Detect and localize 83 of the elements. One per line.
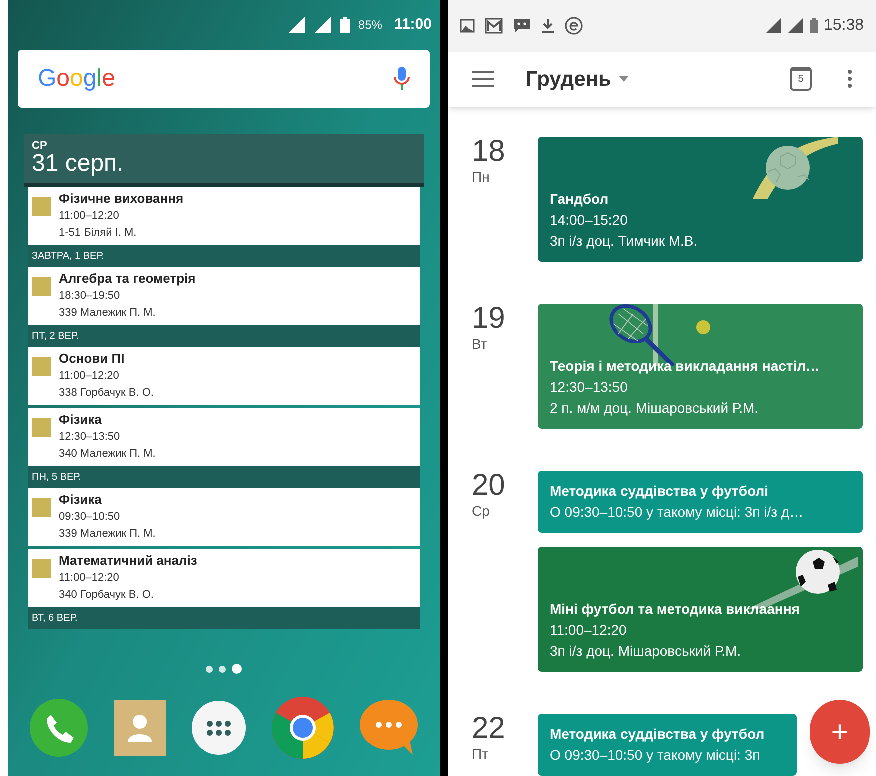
day-number: 20: [472, 471, 506, 501]
event-place: 3п і/з доц. Тимчик М.В.: [550, 232, 699, 251]
battery-icon: [340, 17, 350, 33]
agenda-event[interactable]: Основи ПІ 11:00–12:20 338 Горбачук В. О.: [28, 347, 420, 405]
event-time: 09:30–10:50: [59, 510, 122, 525]
chat-bubble-icon[interactable]: [359, 699, 420, 757]
image-icon: [460, 18, 475, 33]
event-place: 340 Малежик П. М.: [59, 447, 156, 462]
agenda-event[interactable]: Фізичне виховання 11:00–12:20 1-51 Біляй І. М.: [28, 187, 420, 245]
event-details: О 09:30–10:50 у такому місці: 3п і/з д…: [550, 503, 805, 522]
phone-icon[interactable]: [28, 698, 89, 758]
day-label: ВТ, 6 ВЕР.: [32, 612, 78, 626]
event-time: 11:00–12:20: [550, 621, 628, 640]
event-title: Фізика: [59, 491, 103, 509]
day-number: 22: [472, 714, 506, 744]
date-label: 31 серп.: [32, 152, 125, 176]
event-place: 339 Малежик П. М.: [59, 527, 156, 542]
day-label: ЗАВТРА, 1 ВЕР.: [32, 250, 104, 264]
weekday-label: Пн: [472, 168, 491, 187]
agenda-event[interactable]: Математичний аналіз 11:00–12:20 340 Горбачук В. О.: [28, 549, 420, 607]
event-place: 1-51 Біляй І. М.: [59, 226, 138, 241]
google-logo: Google: [38, 64, 116, 94]
agenda-event[interactable]: Фізика 09:30–10:50 339 Малежик П. М.: [28, 488, 420, 546]
weekday-label: Пт: [472, 745, 490, 764]
event-time: 12:30–13:50: [59, 430, 122, 445]
microphone-icon[interactable]: [394, 67, 410, 91]
add-event-fab[interactable]: +: [810, 700, 870, 764]
search-bar[interactable]: Google: [18, 50, 430, 108]
clock-time: 15:38: [824, 16, 864, 36]
event-title: Фізичне виховання: [59, 190, 184, 208]
more-options-icon[interactable]: [848, 70, 852, 88]
weekday-label: Ср: [472, 502, 491, 521]
day-number: 19: [472, 304, 506, 334]
day-label: ПН, 5 ВЕР.: [32, 470, 82, 484]
signal-icon: [788, 18, 804, 34]
day-label: ПТ, 2 ВЕР.: [32, 330, 79, 344]
event-card[interactable]: Методика суддівства у футболі О 09:30–10:50 у такому місці: 3п і/з д…: [538, 471, 863, 533]
signal-icon: [314, 17, 332, 33]
mail-icon: [485, 18, 503, 34]
today-button[interactable]: 5: [790, 67, 812, 92]
event-time: 11:00–12:20: [59, 369, 120, 384]
dropdown-caret-icon: [619, 76, 630, 82]
event-place: 3п і/з доц. Мішаровський Р.М.: [550, 642, 742, 661]
signal-icon: [288, 17, 306, 33]
battery-icon: [810, 18, 818, 34]
agenda-event[interactable]: Алгебра та геометрія 18:30–19:50 339 Малежик П. М.: [28, 267, 420, 325]
event-title: Алгебра та геометрія: [59, 270, 196, 288]
event-place: 339 Малежик П. М.: [59, 306, 157, 321]
event-time: 12:30–13:50: [550, 378, 629, 397]
event-title: Методика суддівства у футбол: [550, 725, 766, 744]
event-place: 2 п. м/м доц. Мішаровський Р.М.: [550, 399, 760, 418]
event-title: Фізика: [59, 411, 103, 429]
event-title: Теорія і методика викладання настіл…: [550, 357, 822, 376]
event-card[interactable]: Теорія і методика викладання настіл… 12:30–13:50 2 п. м/м доц. Мішаровський Р.М.: [538, 304, 863, 429]
event-place: 338 Горбачук В. О.: [59, 386, 154, 401]
agenda-event[interactable]: Фізика 12:30–13:50 340 Малежик П. М.: [28, 408, 420, 466]
browser-icon[interactable]: [272, 697, 334, 759]
event-card[interactable]: Міні футбол та методика виклаання 11:00–12:20 3п і/з доц. Мішаровський Р.М.: [538, 547, 863, 672]
event-time: 11:00–12:20: [59, 209, 120, 224]
event-title: Математичний аналіз: [59, 552, 198, 570]
download-icon: [541, 18, 555, 34]
event-time: 11:00–12:20: [59, 571, 120, 586]
event-time: 14:00–15:20: [550, 211, 629, 230]
weekday-label: Вт: [472, 335, 488, 354]
letter-e-circle-icon: [565, 16, 583, 35]
event-title: Основи ПІ: [59, 350, 126, 368]
month-dropdown[interactable]: Грудень: [526, 64, 630, 95]
weekday-label: СР: [32, 141, 48, 152]
apps-grid-icon[interactable]: [192, 701, 246, 755]
signal-icon: [766, 18, 782, 34]
menu-icon[interactable]: [472, 71, 494, 88]
event-title: Міні футбол та методика виклаання: [550, 600, 801, 619]
day-number: 18: [472, 137, 506, 167]
event-place: 340 Горбачук В. О.: [59, 588, 155, 603]
clock-time: 11:00: [394, 14, 432, 35]
event-title: Методика суддівства у футболі: [550, 482, 770, 501]
event-title: Гандбол: [550, 190, 610, 209]
event-card[interactable]: Гандбол 14:00–15:20 3п і/з доц. Тимчик М.В.: [538, 137, 863, 262]
battery-percent: 85%: [358, 17, 382, 34]
event-details: О 09:30–10:50 у такому місці: 3п: [550, 746, 762, 765]
event-time: 18:30–19:50: [59, 289, 122, 304]
message-icon: [513, 18, 531, 34]
event-card[interactable]: Методика суддівства у футбол О 09:30–10:50 у такому місці: 3п: [538, 714, 797, 776]
